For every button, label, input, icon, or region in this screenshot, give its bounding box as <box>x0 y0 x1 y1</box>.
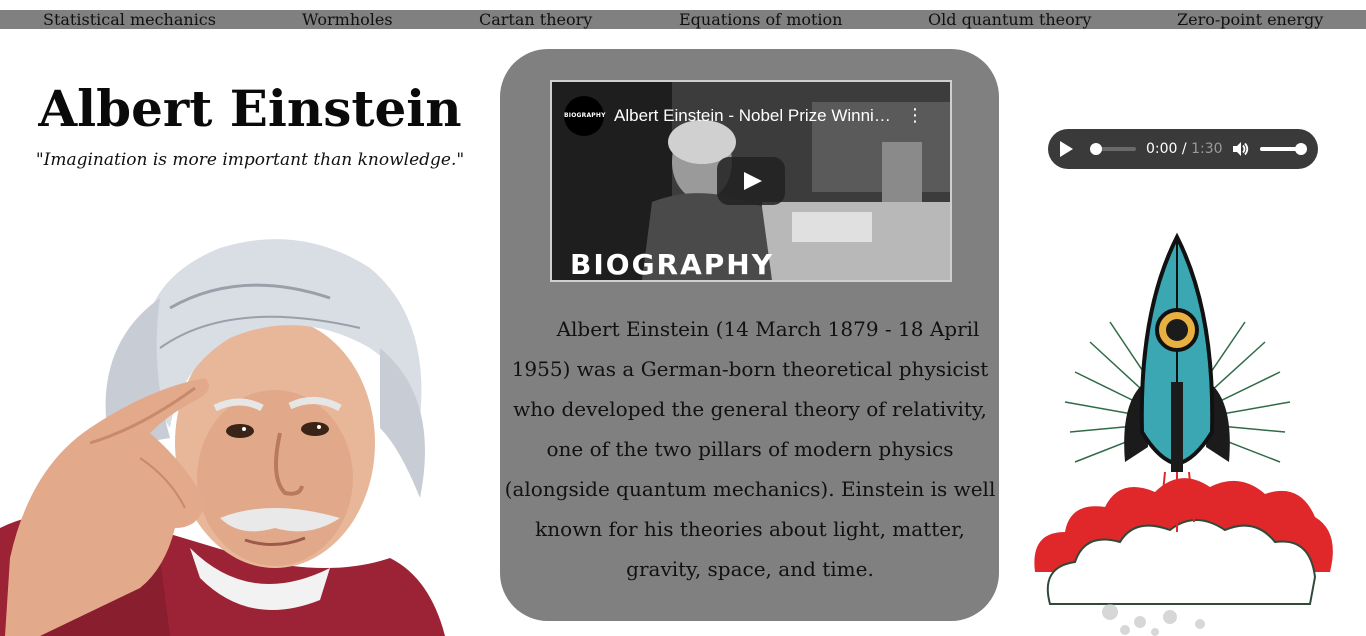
audio-play-icon[interactable] <box>1060 141 1073 157</box>
nav-link-wormholes[interactable]: Wormholes <box>302 10 393 29</box>
more-vert-icon[interactable]: ⋮ <box>906 104 924 128</box>
audio-duration: 1:30 <box>1191 141 1223 157</box>
video-embed[interactable]: BIOGRAPHY Albert Einstein - Nobel Prize … <box>550 80 952 282</box>
audio-player: 0:00 / 1:30 <box>1048 129 1318 169</box>
top-navbar: Statistical mechanics Wormholes Cartan t… <box>0 10 1366 29</box>
einstein-quote: "Imagination is more important than know… <box>35 150 465 170</box>
nav-link-equations-of-motion[interactable]: Equations of motion <box>679 10 842 29</box>
nav-link-statistical-mechanics[interactable]: Statistical mechanics <box>43 10 216 29</box>
nav-link-cartan-theory[interactable]: Cartan theory <box>479 10 592 29</box>
audio-current-time: 0:00 <box>1146 141 1178 157</box>
volume-slider-thumb[interactable] <box>1295 143 1307 155</box>
video-title[interactable]: Albert Einstein - Nobel Prize Winning Ph… <box>614 104 894 128</box>
volume-icon[interactable] <box>1232 141 1250 157</box>
audio-progress-track[interactable] <box>1096 147 1136 151</box>
einstein-portrait-image <box>0 239 445 636</box>
volume-slider-track[interactable] <box>1260 147 1300 151</box>
audio-time-display: 0:00 / 1:30 <box>1146 141 1223 157</box>
bio-panel: BIOGRAPHY Albert Einstein - Nobel Prize … <box>500 49 999 621</box>
channel-logo[interactable]: BIOGRAPHY <box>564 96 605 136</box>
rocket-illustration <box>1034 232 1333 636</box>
bio-text: Albert Einstein (14 March 1879 - 18 Apri… <box>504 317 996 581</box>
play-icon[interactable] <box>717 157 785 205</box>
video-brand-watermark: BIOGRAPHY <box>570 248 775 281</box>
page-title: Albert Einstein <box>38 79 462 138</box>
nav-link-old-quantum-theory[interactable]: Old quantum theory <box>928 10 1091 29</box>
nav-link-zero-point-energy[interactable]: Zero-point energy <box>1177 10 1323 29</box>
audio-progress-thumb[interactable] <box>1090 143 1102 155</box>
